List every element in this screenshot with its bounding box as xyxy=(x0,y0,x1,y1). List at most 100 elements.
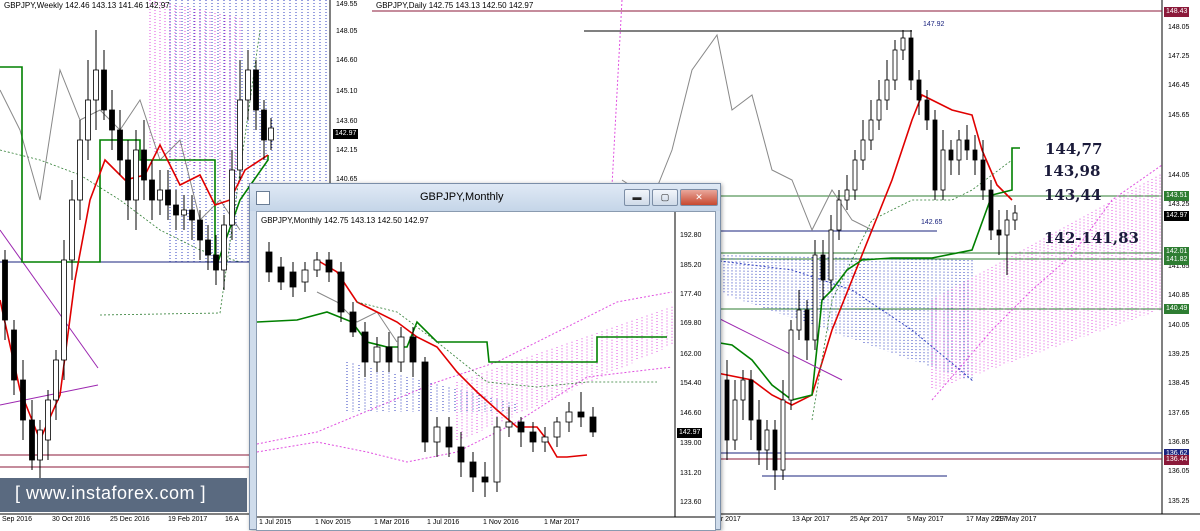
monthly-candle xyxy=(337,271,345,313)
daily-price-label-11: 137.65 xyxy=(1168,410,1190,417)
weekly-date-label-0: Sep 2016 xyxy=(2,516,32,523)
daily-candle xyxy=(828,229,834,281)
monthly-candle xyxy=(577,411,585,418)
weekly-candle xyxy=(29,419,35,461)
daily-candle xyxy=(900,37,906,51)
daily-candle xyxy=(1004,219,1010,236)
weekly-candle xyxy=(61,259,67,361)
weekly-candle xyxy=(109,109,115,131)
weekly-price-label-4: 143.60 xyxy=(336,118,358,125)
annotation-high: 147.92 xyxy=(923,21,945,28)
maximize-button[interactable]: ▢ xyxy=(652,189,678,206)
daily-candle xyxy=(812,254,818,341)
weekly-candle xyxy=(245,69,251,101)
monthly-date-label-1: 1 Nov 2015 xyxy=(315,519,351,526)
monthly-candle xyxy=(457,446,465,463)
daily-price-label-12: 136.85 xyxy=(1168,439,1190,446)
monthly-date-label-3: 1 Jul 2016 xyxy=(427,519,460,526)
monthly-date-label-4: 1 Nov 2016 xyxy=(483,519,519,526)
monthly-candle xyxy=(505,421,513,428)
daily-candle xyxy=(980,159,986,191)
weekly-candle xyxy=(157,189,163,201)
daily-price-label-7: 140.85 xyxy=(1168,292,1190,299)
monthly-chart-canvas[interactable] xyxy=(257,212,715,530)
monthly-candle xyxy=(421,361,429,443)
monthly-chart-pane[interactable]: GBPJPY,Monthly 142.75 143.13 142.50 142.… xyxy=(256,211,716,531)
weekly-candle xyxy=(141,149,147,181)
daily-price-label-2: 146.45 xyxy=(1168,82,1190,89)
weekly-candle xyxy=(133,149,139,201)
daily-price-label-3: 145.65 xyxy=(1168,112,1190,119)
daily-candle xyxy=(868,119,874,141)
monthly-candle xyxy=(553,421,561,438)
weekly-date-label-1: 30 Oct 2016 xyxy=(52,516,91,523)
daily-candle xyxy=(932,119,938,191)
daily-candle xyxy=(892,49,898,81)
daily-price-tag-4: 141.82 xyxy=(1164,255,1190,265)
daily-price-tag-7: 136.44 xyxy=(1164,455,1190,465)
monthly-candle xyxy=(409,336,417,363)
daily-candle xyxy=(780,399,786,471)
weekly-candle xyxy=(181,209,187,216)
weekly-candle xyxy=(237,99,243,171)
weekly-candle xyxy=(101,69,107,111)
daily-price-tag-5: 140.49 xyxy=(1164,304,1190,314)
monthly-candle xyxy=(277,266,285,283)
monthly-candle xyxy=(517,421,525,433)
monthly-candle xyxy=(493,426,501,483)
monthly-candle xyxy=(481,476,489,483)
weekly-date-label-3: 19 Feb 2017 xyxy=(168,516,208,523)
weekly-candle xyxy=(69,199,75,261)
monthly-candle xyxy=(589,416,597,433)
monthly-price-label-4: 162.00 xyxy=(680,351,702,358)
weekly-candle xyxy=(253,69,259,111)
daily-candle xyxy=(804,309,810,341)
daily-candle xyxy=(940,149,946,191)
daily-candle xyxy=(996,229,1002,236)
daily-candle xyxy=(964,139,970,151)
daily-price-tag-0: 148.43 xyxy=(1164,7,1190,17)
annotation-mid: 142.65 xyxy=(921,219,943,226)
weekly-candle xyxy=(229,169,235,226)
weekly-current-price-tag: 142.97 xyxy=(333,129,359,139)
minimize-button[interactable]: ▬ xyxy=(624,189,650,206)
monthly-candle xyxy=(325,259,333,273)
daily-candle xyxy=(764,429,770,451)
weekly-price-label-1: 148.05 xyxy=(336,28,358,35)
monthly-candle xyxy=(349,311,357,333)
level-label-2: 143,98 xyxy=(1043,162,1101,180)
daily-candle xyxy=(948,149,954,161)
window-titlebar[interactable]: GBPJPY,Monthly ▬ ▢ ✕ xyxy=(250,184,720,211)
monthly-price-label-8: 131.20 xyxy=(680,470,702,477)
monthly-candle xyxy=(469,461,477,478)
daily-candle xyxy=(1012,212,1018,221)
daily-candle xyxy=(796,309,802,331)
daily-price-label-13: 136.05 xyxy=(1168,468,1190,475)
weekly-candle xyxy=(53,359,59,401)
daily-candle xyxy=(884,79,890,101)
weekly-candle xyxy=(149,179,155,201)
level-label-4: 142-141,83 xyxy=(1044,229,1139,247)
weekly-candle xyxy=(20,379,26,421)
chart-window-icon xyxy=(256,191,270,205)
weekly-candle xyxy=(189,209,195,221)
daily-date-label-3: 5 May 2017 xyxy=(907,516,944,523)
weekly-candle xyxy=(45,399,51,441)
monthly-candle xyxy=(565,411,573,423)
weekly-candle xyxy=(125,159,131,201)
daily-candle xyxy=(756,419,762,451)
daily-price-label-10: 138.45 xyxy=(1168,380,1190,387)
monthly-price-label-1: 185.20 xyxy=(680,262,702,269)
monthly-candle xyxy=(265,251,273,273)
monthly-chart-window[interactable]: GBPJPY,Monthly ▬ ▢ ✕ GBPJPY,Monthly 142.… xyxy=(249,183,721,531)
monthly-candle xyxy=(397,336,405,363)
monthly-date-label-5: 1 Mar 2017 xyxy=(544,519,580,526)
monthly-price-label-2: 177.40 xyxy=(680,291,702,298)
monthly-candle xyxy=(313,259,321,271)
daily-chart-title: GBPJPY,Daily 142.75 143.13 142.50 142.97 xyxy=(376,1,534,10)
close-button[interactable]: ✕ xyxy=(680,189,718,206)
weekly-candle xyxy=(197,219,203,241)
level-label-3: 143,44 xyxy=(1044,186,1102,204)
weekly-price-label-2: 146.60 xyxy=(336,57,358,64)
monthly-candle xyxy=(433,426,441,443)
